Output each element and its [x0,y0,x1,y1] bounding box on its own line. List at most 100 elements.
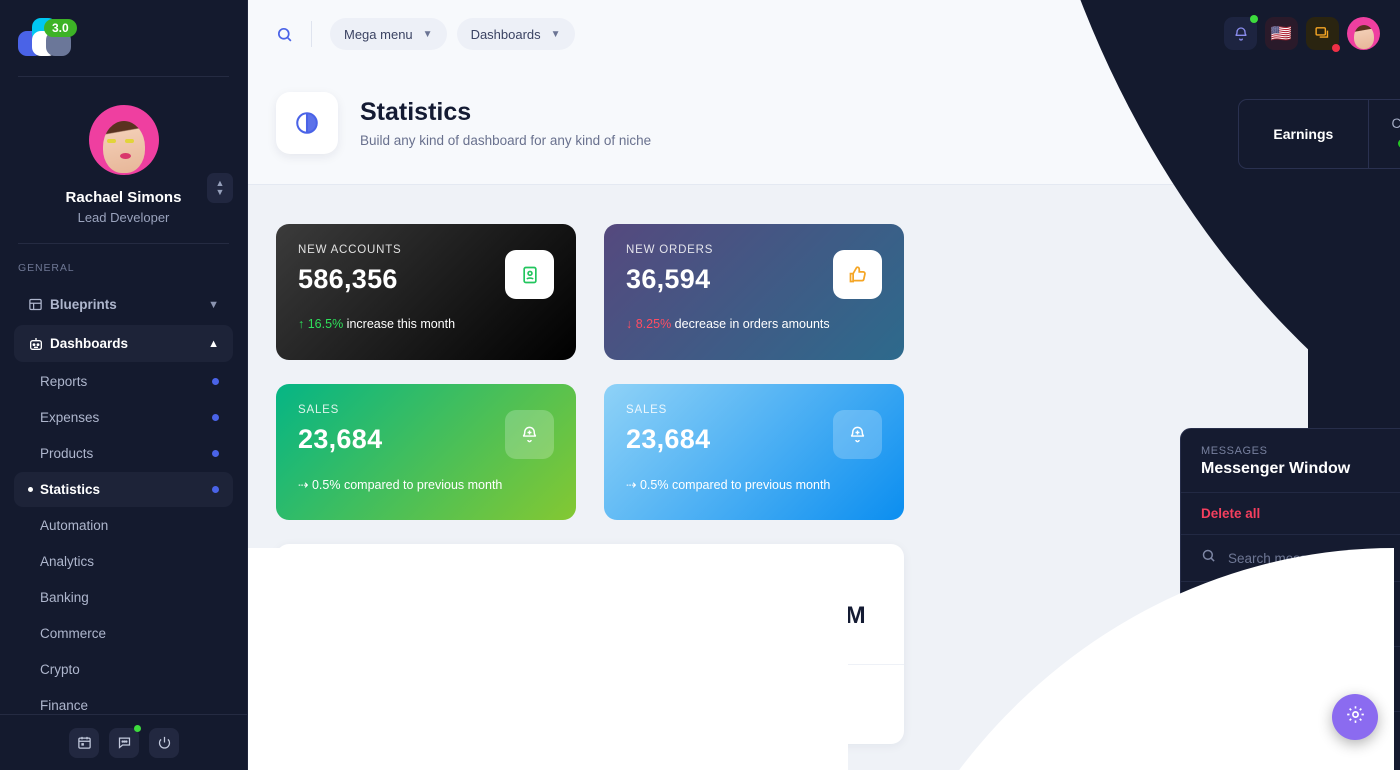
search-icon [1201,548,1216,568]
map-pin-icon[interactable] [571,687,609,725]
person-status: Online [1270,617,1304,630]
metric-value: $9,658 [317,602,392,629]
user-avatar[interactable] [1347,17,1380,50]
user-icon [502,571,520,594]
notification-dot [1332,44,1340,52]
mega-menu-button[interactable]: Mega menu ▼ [330,18,447,50]
sidebar-item-products[interactable]: Products [14,436,233,471]
earnings-label: Earnings [1273,126,1334,142]
sidebar-item-label: Statistics [40,482,101,497]
page-header: Statistics Build any kind of dashboard f… [248,68,1400,185]
sidebar-item-automation[interactable]: Automation [14,508,233,543]
chevron-down-icon: ▼ [422,28,433,40]
delete-all-button[interactable]: Delete all [1201,506,1260,521]
store-add-icon[interactable] [623,687,661,725]
sidebar: 3.0 Rachael Simons Lead Developer ▲ ▼ GE… [0,0,248,770]
stat-card-arrow: ↓ [626,317,633,331]
active-bullet [28,487,33,492]
stat-card-foot: compared to previous month [343,478,503,492]
profile-switch-button[interactable]: ▲ ▼ [207,173,233,203]
person-status: Online [1270,682,1304,695]
status-dot-online [1257,685,1264,692]
messages-icon[interactable] [1306,17,1340,52]
metric-label: users [495,636,528,651]
metric-users[interactable]: 23,594 users [433,544,590,664]
calculator-icon [817,571,835,594]
avatar [1201,593,1243,635]
avatar[interactable] [88,105,159,175]
status-dot-online [1257,620,1264,627]
metric-value: 23,594 [474,602,548,629]
sidebar-item-label: Crypto [40,662,80,677]
sidebar-item-label: Banking [40,590,89,605]
messenger-search[interactable] [1181,535,1400,582]
section-label-general: GENERAL [18,262,75,274]
metric-orders[interactable]: 1,064 orders [591,544,748,664]
stat-card-foot: decrease in orders amounts [674,317,830,331]
chevron-down-icon: ▼ [208,298,219,311]
stat-card-arrow: ⇢ [298,478,309,492]
metric-revenue[interactable]: $9,658 revenue [276,544,433,664]
logo[interactable]: 3.0 [0,0,247,76]
sidebar-item-label: Products [40,446,94,461]
settings-fab-button[interactable] [1332,694,1378,740]
sidebar-item-dashboards[interactable]: Dashboards ▲ [14,325,233,362]
blueprint-icon [28,297,50,312]
sidebar-footer [0,714,247,770]
gear-icon [1345,704,1366,730]
stat-card-pct: 0.5% [311,478,341,492]
divider [311,21,312,47]
flag-us-icon[interactable]: 🇺🇸 [1265,17,1298,50]
avatar [1201,658,1243,700]
power-icon[interactable] [149,727,179,758]
bell-plus-icon [505,410,554,459]
sidebar-item-expenses[interactable]: Expenses [14,400,233,435]
sidebar-item-reports[interactable]: Reports [14,364,233,399]
dashboards-menu-button[interactable]: Dashboards ▼ [456,18,575,50]
status-dot [212,450,219,457]
bell-icon[interactable] [1224,15,1258,50]
sidebar-item-blueprints[interactable]: Blueprints ▼ [14,286,233,323]
search-input[interactable] [1228,550,1400,566]
sidebar-item-label: Expenses [40,410,100,425]
notification-dot [1250,15,1258,23]
profile-block: Rachael Simons Lead Developer ▲ ▼ [0,77,247,243]
earnings-current-week-title: Current Week [1391,116,1400,131]
list-item[interactable]: Munroe Dacks Online +ADD [1181,582,1400,647]
sidebar-item-statistics[interactable]: Statistics [14,472,233,507]
stat-card-sales-blue[interactable]: SALES 23,684 ⇢ 0.5% compared to previous… [604,384,904,520]
stat-card-new-accounts[interactable]: NEW ACCOUNTS 586,356 ↑ 16.5% increase th… [276,224,576,360]
sidebar-item-label: Dashboards [50,336,129,351]
add-circle-icon[interactable] [519,687,557,725]
sidebar-item-banking[interactable]: Banking [14,580,233,615]
sidebar-item-commerce[interactable]: Commerce [14,616,233,651]
thumbs-up-icon [833,250,882,299]
earnings-current-week[interactable]: Current Week $34,543 [1367,100,1400,168]
calendar-icon[interactable] [69,727,99,758]
coin-icon [345,571,363,594]
version-badge: 3.0 [44,19,77,37]
page-subtitle: Build any kind of dashboard for any kind… [360,133,652,148]
metric-value: 1,064 [638,602,699,629]
content-area: NEW ACCOUNTS 586,356 ↑ 16.5% increase th… [248,196,1400,770]
stat-card-pct: 8.25% [635,317,672,331]
sidebar-item-label: Analytics [40,554,95,569]
metrics-card: $9,658 revenue 23,594 users 1,064 orders… [276,544,904,744]
metric-label: revenue [330,636,378,651]
sidebar-item-crypto[interactable]: Crypto [14,652,233,687]
person-status: Online [1270,747,1304,760]
stat-card-sales-green[interactable]: SALES 23,684 ⇢ 0.5% compared to previous… [276,384,576,520]
chat-icon[interactable] [109,724,141,758]
status-dot [212,378,219,385]
sidebar-item-analytics[interactable]: Analytics [14,544,233,579]
sidebar-item-label: Reports [40,374,88,389]
search-icon[interactable] [276,26,293,43]
person-name: Gunilla Canario [1257,663,1357,679]
archive-icon [660,571,678,594]
stat-card-arrow: ↑ [298,317,305,331]
status-dot-online [1257,750,1264,757]
stat-card-new-orders[interactable]: NEW ORDERS 36,594 ↓ 8.25% decrease in or… [604,224,904,360]
chevron-down-icon: ▼ [215,187,225,197]
person-name: Rowena Geistmann [1257,728,1383,744]
metric-orders-millions[interactable]: 9,678M orders [747,544,904,664]
